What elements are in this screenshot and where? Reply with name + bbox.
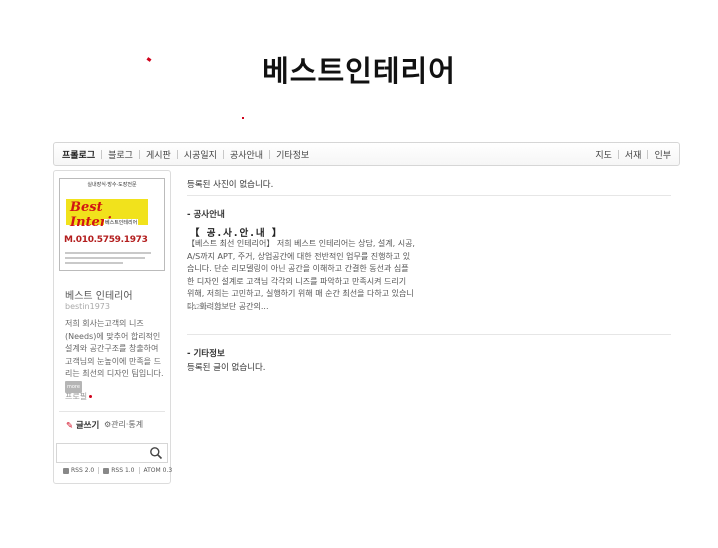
feed-divider: [138, 467, 140, 474]
rss-icon: [63, 467, 69, 474]
section-title-etc[interactable]: - 기타정보: [187, 347, 225, 359]
menu-etc-info[interactable]: 기타정보: [276, 148, 309, 161]
sidebar-divider: [59, 411, 165, 412]
photo-notice: 등록된 사진이 없습니다.: [187, 180, 274, 190]
profile-image-sub-label: 베스트인테리어: [104, 219, 139, 226]
menu-map[interactable]: 지도: [595, 148, 612, 161]
menu-library[interactable]: 서재: [625, 148, 642, 161]
menu-divider: [101, 149, 103, 159]
menu-bar: 프롤로그 블로그 게시판 시공일지 공사안내 기타정보 지도 서재 인부: [53, 142, 680, 166]
atom-link[interactable]: ATOM 0.3: [144, 467, 173, 474]
rss2-link[interactable]: RSS 2.0: [71, 467, 94, 474]
post-excerpt[interactable]: 【베스트 최선 인테리어】 저희 베스트 인테리어는 상담, 설계, 시공, A…: [187, 238, 415, 313]
profile-name: 베스트 인테리어: [65, 291, 133, 302]
content-divider: [187, 195, 671, 196]
menu-right: 지도 서재 인부: [595, 148, 671, 161]
menu-divider: [138, 149, 140, 159]
profile-image-top-text: 실내장식·방수·도장전문: [87, 182, 137, 188]
profile-image-fineprint: [65, 252, 151, 254]
new-dot-icon: [89, 395, 93, 398]
menu-construction-info[interactable]: 공사안내: [230, 148, 263, 161]
menu-left: 프롤로그 블로그 게시판 시공일지 공사안내 기타정보: [62, 148, 309, 161]
blog-title[interactable]: 베스트인테리어: [0, 48, 718, 90]
menu-divider: [647, 149, 649, 159]
manage-stats-label: 관리·통계: [111, 420, 144, 429]
empty-message: 등록된 글이 없습니다.: [187, 363, 266, 373]
pencil-icon: ✎: [66, 421, 74, 431]
post-date: 2025. 3. 12.: [187, 303, 230, 311]
menu-divider: [617, 149, 619, 159]
menu-blog[interactable]: 블로그: [108, 148, 133, 161]
deco-dot: [242, 117, 244, 119]
profile-description-text: 저희 회사는고객의 니즈(Needs)에 맞추어 합리적인 설계와 공간구조를 …: [65, 319, 164, 378]
write-post-button[interactable]: ✎ 글쓰기: [66, 419, 99, 431]
rss-icon: [103, 467, 110, 474]
sidebar: 실내장식·방수·도장전문 Best Interior 베스트인테리어 M.010…: [53, 170, 172, 484]
search-icon[interactable]: [149, 446, 163, 460]
menu-prologue[interactable]: 프롤로그: [62, 148, 95, 161]
profile-image-phone: M.010.5759.1973: [64, 235, 148, 245]
profile-image-fineprint: [65, 262, 123, 264]
profile-image-fineprint: [65, 257, 145, 259]
menu-board[interactable]: 게시판: [146, 148, 171, 161]
write-post-label: 글쓰기: [75, 421, 100, 431]
post-title[interactable]: 【 공.사.안.내 】: [190, 225, 283, 239]
profile-id: bestin1973: [65, 302, 110, 311]
section-title-construction[interactable]: - 공사안내: [187, 208, 225, 220]
menu-divider: [176, 149, 178, 159]
profile-description: 저희 회사는고객의 니즈(Needs)에 맞추어 합리적인 설계와 공간구조를 …: [65, 318, 165, 394]
profile-link-label: 프로필: [65, 392, 88, 401]
feed-links: RSS 2.0 RSS 1.0 ATOM 0.3: [63, 467, 172, 474]
content-divider: [187, 334, 671, 335]
menu-divider: [269, 149, 271, 159]
search-box[interactable]: [56, 443, 168, 463]
profile-image[interactable]: 실내장식·방수·도장전문 Best Interior 베스트인테리어 M.010…: [59, 178, 165, 271]
menu-neighbor[interactable]: 인부: [654, 148, 671, 161]
rss1-link[interactable]: RSS 1.0: [111, 467, 134, 474]
menu-construction-log[interactable]: 시공일지: [184, 148, 217, 161]
manage-stats-link[interactable]: ⚙관리·통계: [104, 419, 143, 430]
menu-divider: [222, 149, 224, 159]
profile-link[interactable]: 프로필: [65, 391, 93, 402]
feed-divider: [98, 467, 100, 474]
